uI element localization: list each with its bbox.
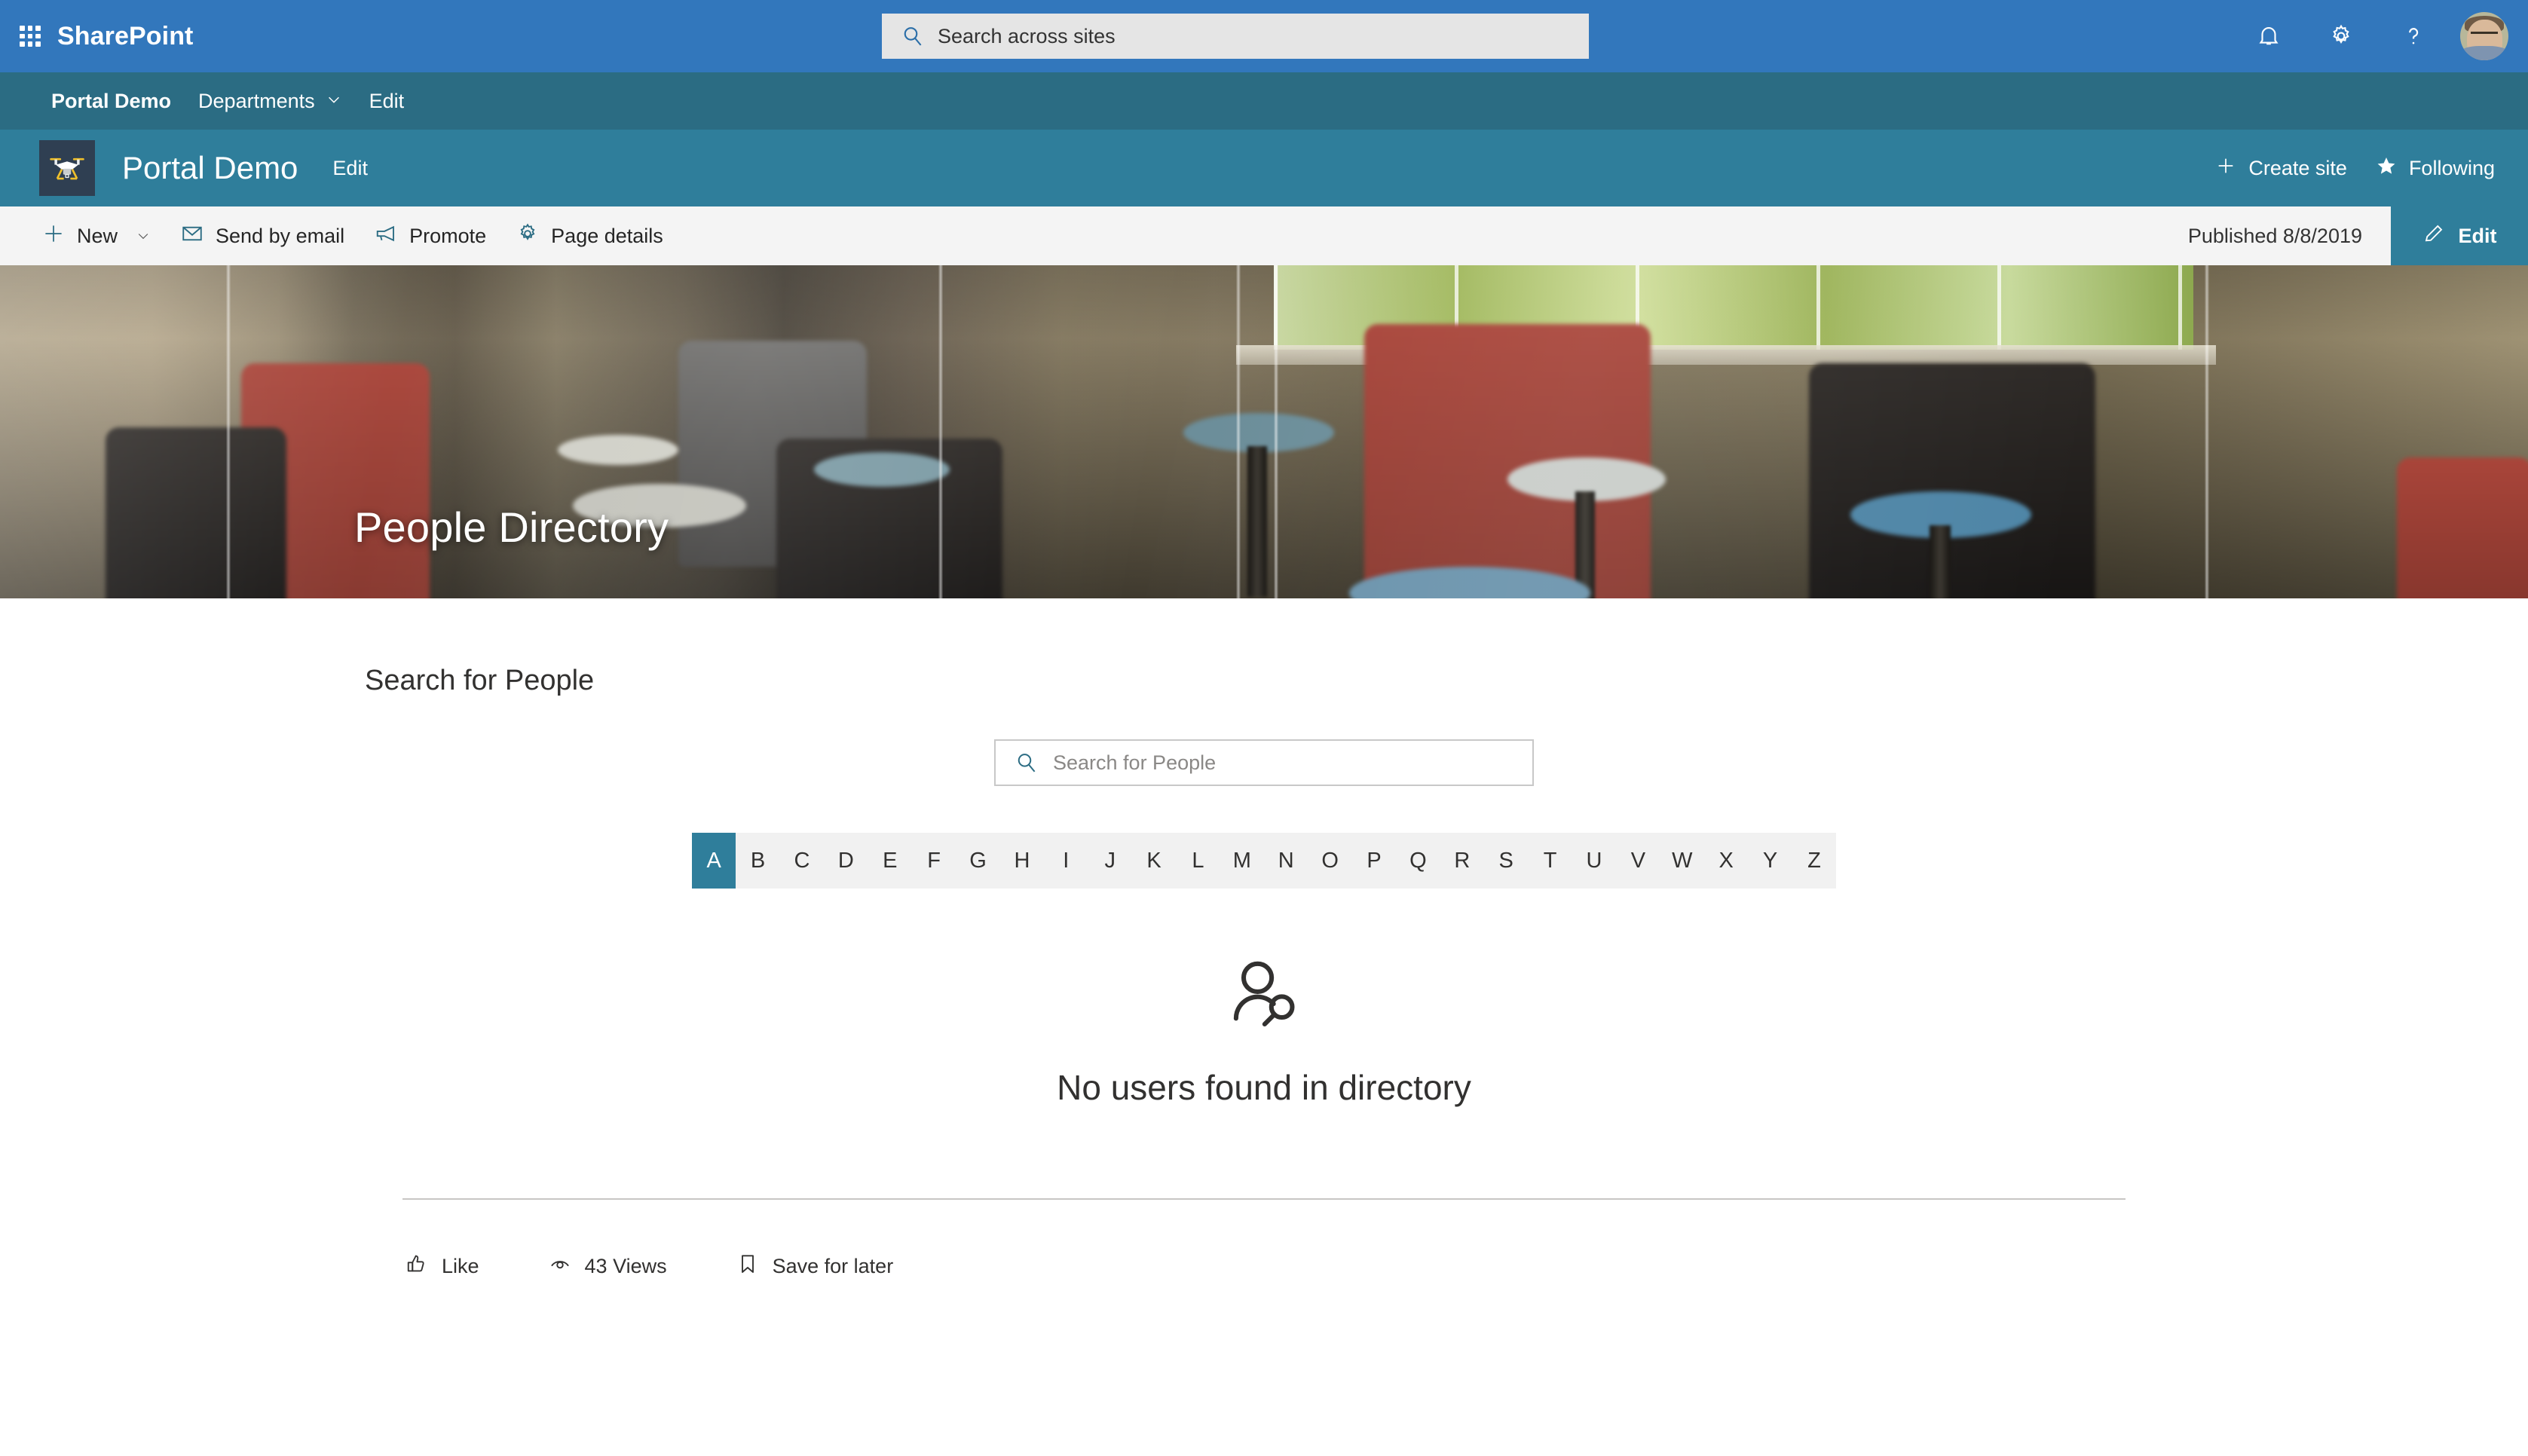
footer-divider [402, 1198, 2126, 1200]
plus-icon [42, 222, 65, 250]
gear-icon [516, 222, 539, 250]
edit-page-label: Edit [2458, 224, 2497, 247]
alphabet-filter-bar: A B C D E F G H I J K L M N O P Q R S T … [692, 833, 1836, 889]
alpha-filter-q[interactable]: Q [1396, 833, 1440, 889]
alpha-filter-n[interactable]: N [1264, 833, 1308, 889]
page-footer-actions: Like 43 Views Save for later [406, 1253, 2528, 1280]
search-icon [1015, 751, 1038, 774]
site-nav-edit-link[interactable]: Edit [332, 157, 368, 180]
like-label: Like [442, 1255, 479, 1277]
alpha-filter-y[interactable]: Y [1748, 833, 1792, 889]
account-avatar[interactable] [2460, 12, 2508, 60]
mail-icon [181, 222, 204, 250]
alpha-filter-z[interactable]: Z [1792, 833, 1836, 889]
chevron-down-icon [326, 90, 342, 113]
people-search-wrapper: Search for People [994, 739, 1534, 786]
alpha-filter-h[interactable]: H [1000, 833, 1044, 889]
published-status: Published 8/8/2019 [2187, 224, 2362, 247]
site-header: Portal Demo Edit Create site Following [0, 130, 2528, 206]
views-label: 43 Views [584, 1255, 667, 1277]
alpha-filter-g[interactable]: G [956, 833, 999, 889]
alpha-filter-w[interactable]: W [1660, 833, 1704, 889]
megaphone-icon [375, 222, 397, 250]
alpha-filter-j[interactable]: J [1088, 833, 1132, 889]
suite-actions [2233, 0, 2511, 72]
help-icon[interactable] [2377, 0, 2450, 72]
alpha-filter-r[interactable]: R [1440, 833, 1484, 889]
global-search-placeholder: Search across sites [938, 24, 1116, 47]
chevron-down-icon [136, 228, 151, 243]
global-search-input[interactable]: Search across sites [882, 14, 1589, 59]
sharepoint-brand[interactable]: SharePoint [57, 22, 193, 51]
webpart-title: Search for People [365, 665, 595, 696]
settings-icon[interactable] [2305, 0, 2377, 72]
page-details-button[interactable]: Page details [501, 206, 678, 265]
alpha-filter-c[interactable]: C [780, 833, 824, 889]
notifications-icon[interactable] [2233, 0, 2305, 72]
app-launcher-icon[interactable] [14, 20, 47, 53]
new-label: New [77, 224, 118, 247]
like-button[interactable]: Like [406, 1253, 479, 1280]
page-details-label: Page details [551, 224, 663, 247]
send-by-email-button[interactable]: Send by email [166, 206, 360, 265]
alpha-filter-d[interactable]: D [824, 833, 868, 889]
search-icon [901, 25, 924, 47]
alpha-filter-t[interactable]: T [1528, 833, 1572, 889]
promote-label: Promote [409, 224, 487, 247]
alpha-filter-f[interactable]: F [912, 833, 956, 889]
alpha-filter-e[interactable]: E [868, 833, 912, 889]
alpha-filter-b[interactable]: B [736, 833, 779, 889]
save-for-later-label: Save for later [772, 1255, 894, 1277]
empty-state: No users found in directory [0, 955, 2528, 1108]
site-title[interactable]: Portal Demo [122, 150, 298, 186]
alpha-filter-x[interactable]: X [1704, 833, 1748, 889]
page-body: Search for People Search for People A B … [0, 665, 2528, 1280]
alpha-filter-a[interactable]: A [692, 833, 736, 889]
star-icon [2376, 155, 2397, 182]
hub-nav-label: Departments [198, 89, 315, 112]
promote-button[interactable]: Promote [360, 206, 501, 265]
drone-logo-icon[interactable] [39, 140, 95, 196]
plus-icon [2215, 155, 2236, 182]
alpha-filter-s[interactable]: S [1484, 833, 1528, 889]
site-header-actions: Create site Following [2215, 155, 2495, 182]
hub-nav-item-edit[interactable]: Edit [356, 72, 418, 130]
person-search-icon [1223, 955, 1305, 1040]
suite-bar: SharePoint Search across sites [0, 0, 2528, 72]
alpha-filter-m[interactable]: M [1220, 833, 1264, 889]
alpha-filter-u[interactable]: U [1572, 833, 1616, 889]
hub-nav-item-portal-demo[interactable]: Portal Demo [38, 72, 185, 130]
views-counter[interactable]: 43 Views [549, 1253, 667, 1280]
eye-icon [549, 1253, 571, 1280]
empty-state-message: No users found in directory [1057, 1068, 1471, 1107]
hub-nav-label: Portal Demo [51, 89, 172, 112]
alpha-filter-i[interactable]: I [1044, 833, 1088, 889]
bookmark-icon [736, 1253, 759, 1280]
save-for-later-button[interactable]: Save for later [736, 1253, 894, 1280]
hub-navigation: Portal Demo Departments Edit [0, 72, 2528, 130]
command-bar: New Send by email Promote Page details P… [0, 206, 2528, 265]
hub-nav-label: Edit [369, 89, 405, 112]
edit-page-button[interactable]: Edit [2391, 206, 2528, 265]
following-label: Following [2408, 156, 2495, 179]
alpha-filter-l[interactable]: L [1176, 833, 1220, 889]
alpha-filter-o[interactable]: O [1308, 833, 1351, 889]
people-search-placeholder: Search for People [1053, 751, 1217, 774]
pencil-icon [2422, 222, 2445, 250]
alpha-filter-v[interactable]: V [1616, 833, 1660, 889]
alpha-filter-k[interactable]: K [1132, 833, 1176, 889]
following-button[interactable]: Following [2376, 155, 2495, 182]
send-by-email-label: Send by email [216, 224, 345, 247]
command-bar-right: Published 8/8/2019 Edit [2188, 206, 2528, 265]
create-site-button[interactable]: Create site [2215, 155, 2347, 182]
hero-banner: People Directory [0, 265, 2528, 598]
hero-title: People Directory [354, 503, 669, 551]
create-site-label: Create site [2248, 156, 2347, 179]
people-search-input[interactable]: Search for People [994, 739, 1534, 786]
new-button[interactable]: New [27, 206, 166, 265]
hub-nav-item-departments[interactable]: Departments [185, 72, 356, 130]
alpha-filter-p[interactable]: P [1352, 833, 1396, 889]
thumbs-up-icon [406, 1253, 428, 1280]
